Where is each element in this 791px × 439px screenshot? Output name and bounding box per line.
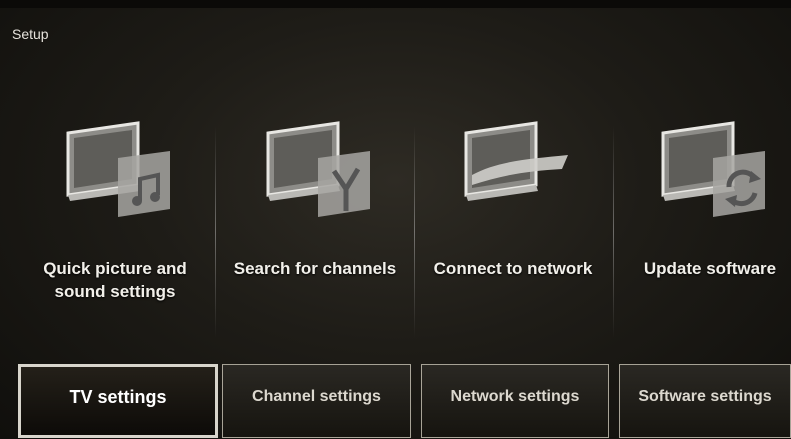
tile-label: Search for channels: [233, 259, 397, 278]
tile-connect-network[interactable]: Connect to network: [414, 113, 612, 338]
tile-label: Update software: [643, 259, 777, 278]
tile-label: Connect to network: [433, 259, 593, 278]
tab-software-settings[interactable]: Software settings: [619, 364, 791, 438]
tile-quick-picture-sound[interactable]: Quick picture and sound settings: [16, 113, 214, 338]
tv-music-note-icon: [66, 121, 170, 217]
tv-refresh-icon: [661, 121, 765, 217]
tab-network-settings[interactable]: Network settings: [421, 364, 609, 438]
tab-channel-settings[interactable]: Channel settings: [222, 364, 411, 438]
tv-network-wave-icon: [464, 121, 568, 201]
tile-label: Quick picture and sound settings: [43, 259, 187, 301]
tile-update-software[interactable]: Update software: [611, 113, 791, 338]
tv-antenna-icon: [266, 121, 370, 217]
tile-search-channels[interactable]: Search for channels: [216, 113, 414, 338]
tab-tv-settings[interactable]: TV settings: [18, 364, 218, 438]
setup-screen: Setup Quick picture and sound settings S…: [0, 8, 791, 439]
page-title: Setup: [12, 26, 49, 42]
